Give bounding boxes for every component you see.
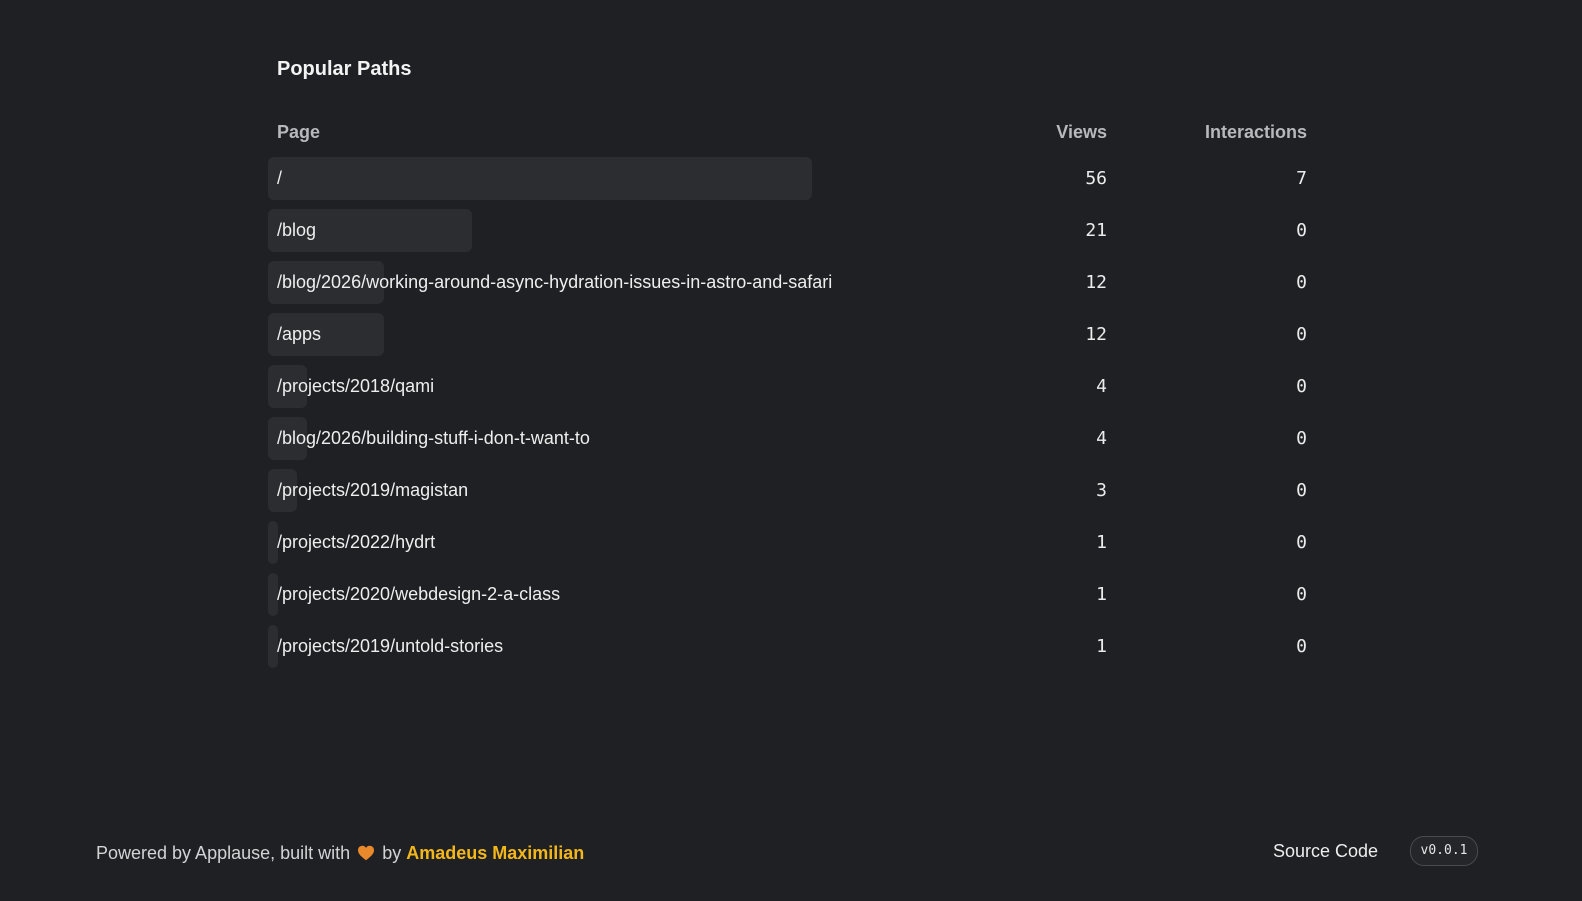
interactions-count: 0 <box>1296 323 1307 345</box>
interactions-count: 0 <box>1296 219 1307 241</box>
views-count: 1 <box>1096 583 1107 605</box>
page-path: /apps <box>277 323 322 344</box>
by-text: by <box>382 843 402 863</box>
table-row[interactable]: /projects/2019/magistan 3 0 <box>268 464 1307 516</box>
table-row[interactable]: /projects/2022/hydrt 1 0 <box>268 516 1307 568</box>
author-link[interactable]: Amadeus Maximilian <box>406 843 584 863</box>
footer: Powered by Applause, built with by Amade… <box>0 833 1582 879</box>
views-count: 3 <box>1096 479 1107 501</box>
page-path: /blog <box>277 219 317 240</box>
views-count: 21 <box>1085 219 1107 241</box>
views-count: 4 <box>1096 375 1107 397</box>
table-row[interactable]: /projects/2019/untold-stories 1 0 <box>268 620 1307 672</box>
page: Popular Paths Page Views Interactions / 5… <box>0 0 1582 901</box>
views-count: 1 <box>1096 531 1107 553</box>
table-row[interactable]: /projects/2018/qami 4 0 <box>268 360 1307 412</box>
page-path: /projects/2019/untold-stories <box>277 635 504 656</box>
page-path: / <box>277 167 283 188</box>
column-header-page: Page <box>277 121 321 142</box>
column-header-interactions: Interactions <box>1204 121 1307 142</box>
page-path: /projects/2019/magistan <box>277 479 469 500</box>
table-body: / 56 7/blog 21 0/blog/2026/working-around-as… <box>268 152 1307 672</box>
table-row[interactable]: /projects/2020/webdesign-2-a-class 1 0 <box>268 568 1307 620</box>
views-count: 1 <box>1096 635 1107 657</box>
page-path: /blog/2026/working-around-async-hydratio… <box>277 271 833 292</box>
views-count: 12 <box>1085 323 1107 345</box>
interactions-count: 7 <box>1296 167 1307 189</box>
table-row[interactable]: /apps 12 0 <box>268 308 1307 360</box>
table-row[interactable]: /blog 21 0 <box>268 204 1307 256</box>
interactions-count: 0 <box>1296 375 1307 397</box>
interactions-count: 0 <box>1296 531 1307 553</box>
table-header: Page Views Interactions <box>277 112 1307 152</box>
table-row[interactable]: /blog/2026/building-stuff-i-don-t-want-t… <box>268 412 1307 464</box>
section-title: Popular Paths <box>277 58 412 80</box>
source-code-link[interactable]: Source Code <box>1273 841 1378 862</box>
interactions-count: 0 <box>1296 583 1307 605</box>
views-count: 12 <box>1085 271 1107 293</box>
interactions-count: 0 <box>1296 427 1307 449</box>
page-path: /projects/2018/qami <box>277 375 435 396</box>
popular-paths-section: Popular Paths Page Views Interactions / 5… <box>268 54 1307 672</box>
version-badge: v0.0.1 <box>1410 836 1478 866</box>
views-count: 56 <box>1085 167 1107 189</box>
page-path: /projects/2020/webdesign-2-a-class <box>277 583 561 604</box>
powered-by-text: Powered by Applause, built with by Amade… <box>96 843 584 864</box>
heart-icon <box>358 845 375 861</box>
interactions-count: 0 <box>1296 271 1307 293</box>
interactions-count: 0 <box>1296 635 1307 657</box>
table-row[interactable]: /blog/2026/working-around-async-hydratio… <box>268 256 1307 308</box>
table-row[interactable]: / 56 7 <box>268 152 1307 204</box>
powered-by-prefix: Powered by Applause, built with <box>96 843 351 863</box>
page-path: /blog/2026/building-stuff-i-don-t-want-t… <box>277 427 590 448</box>
column-header-views: Views <box>1056 121 1107 142</box>
page-path: /projects/2022/hydrt <box>277 531 436 552</box>
views-count: 4 <box>1096 427 1107 449</box>
popular-paths-table: Page Views Interactions / 56 7/blog 21 0/blo… <box>268 112 1307 672</box>
interactions-count: 0 <box>1296 479 1307 501</box>
